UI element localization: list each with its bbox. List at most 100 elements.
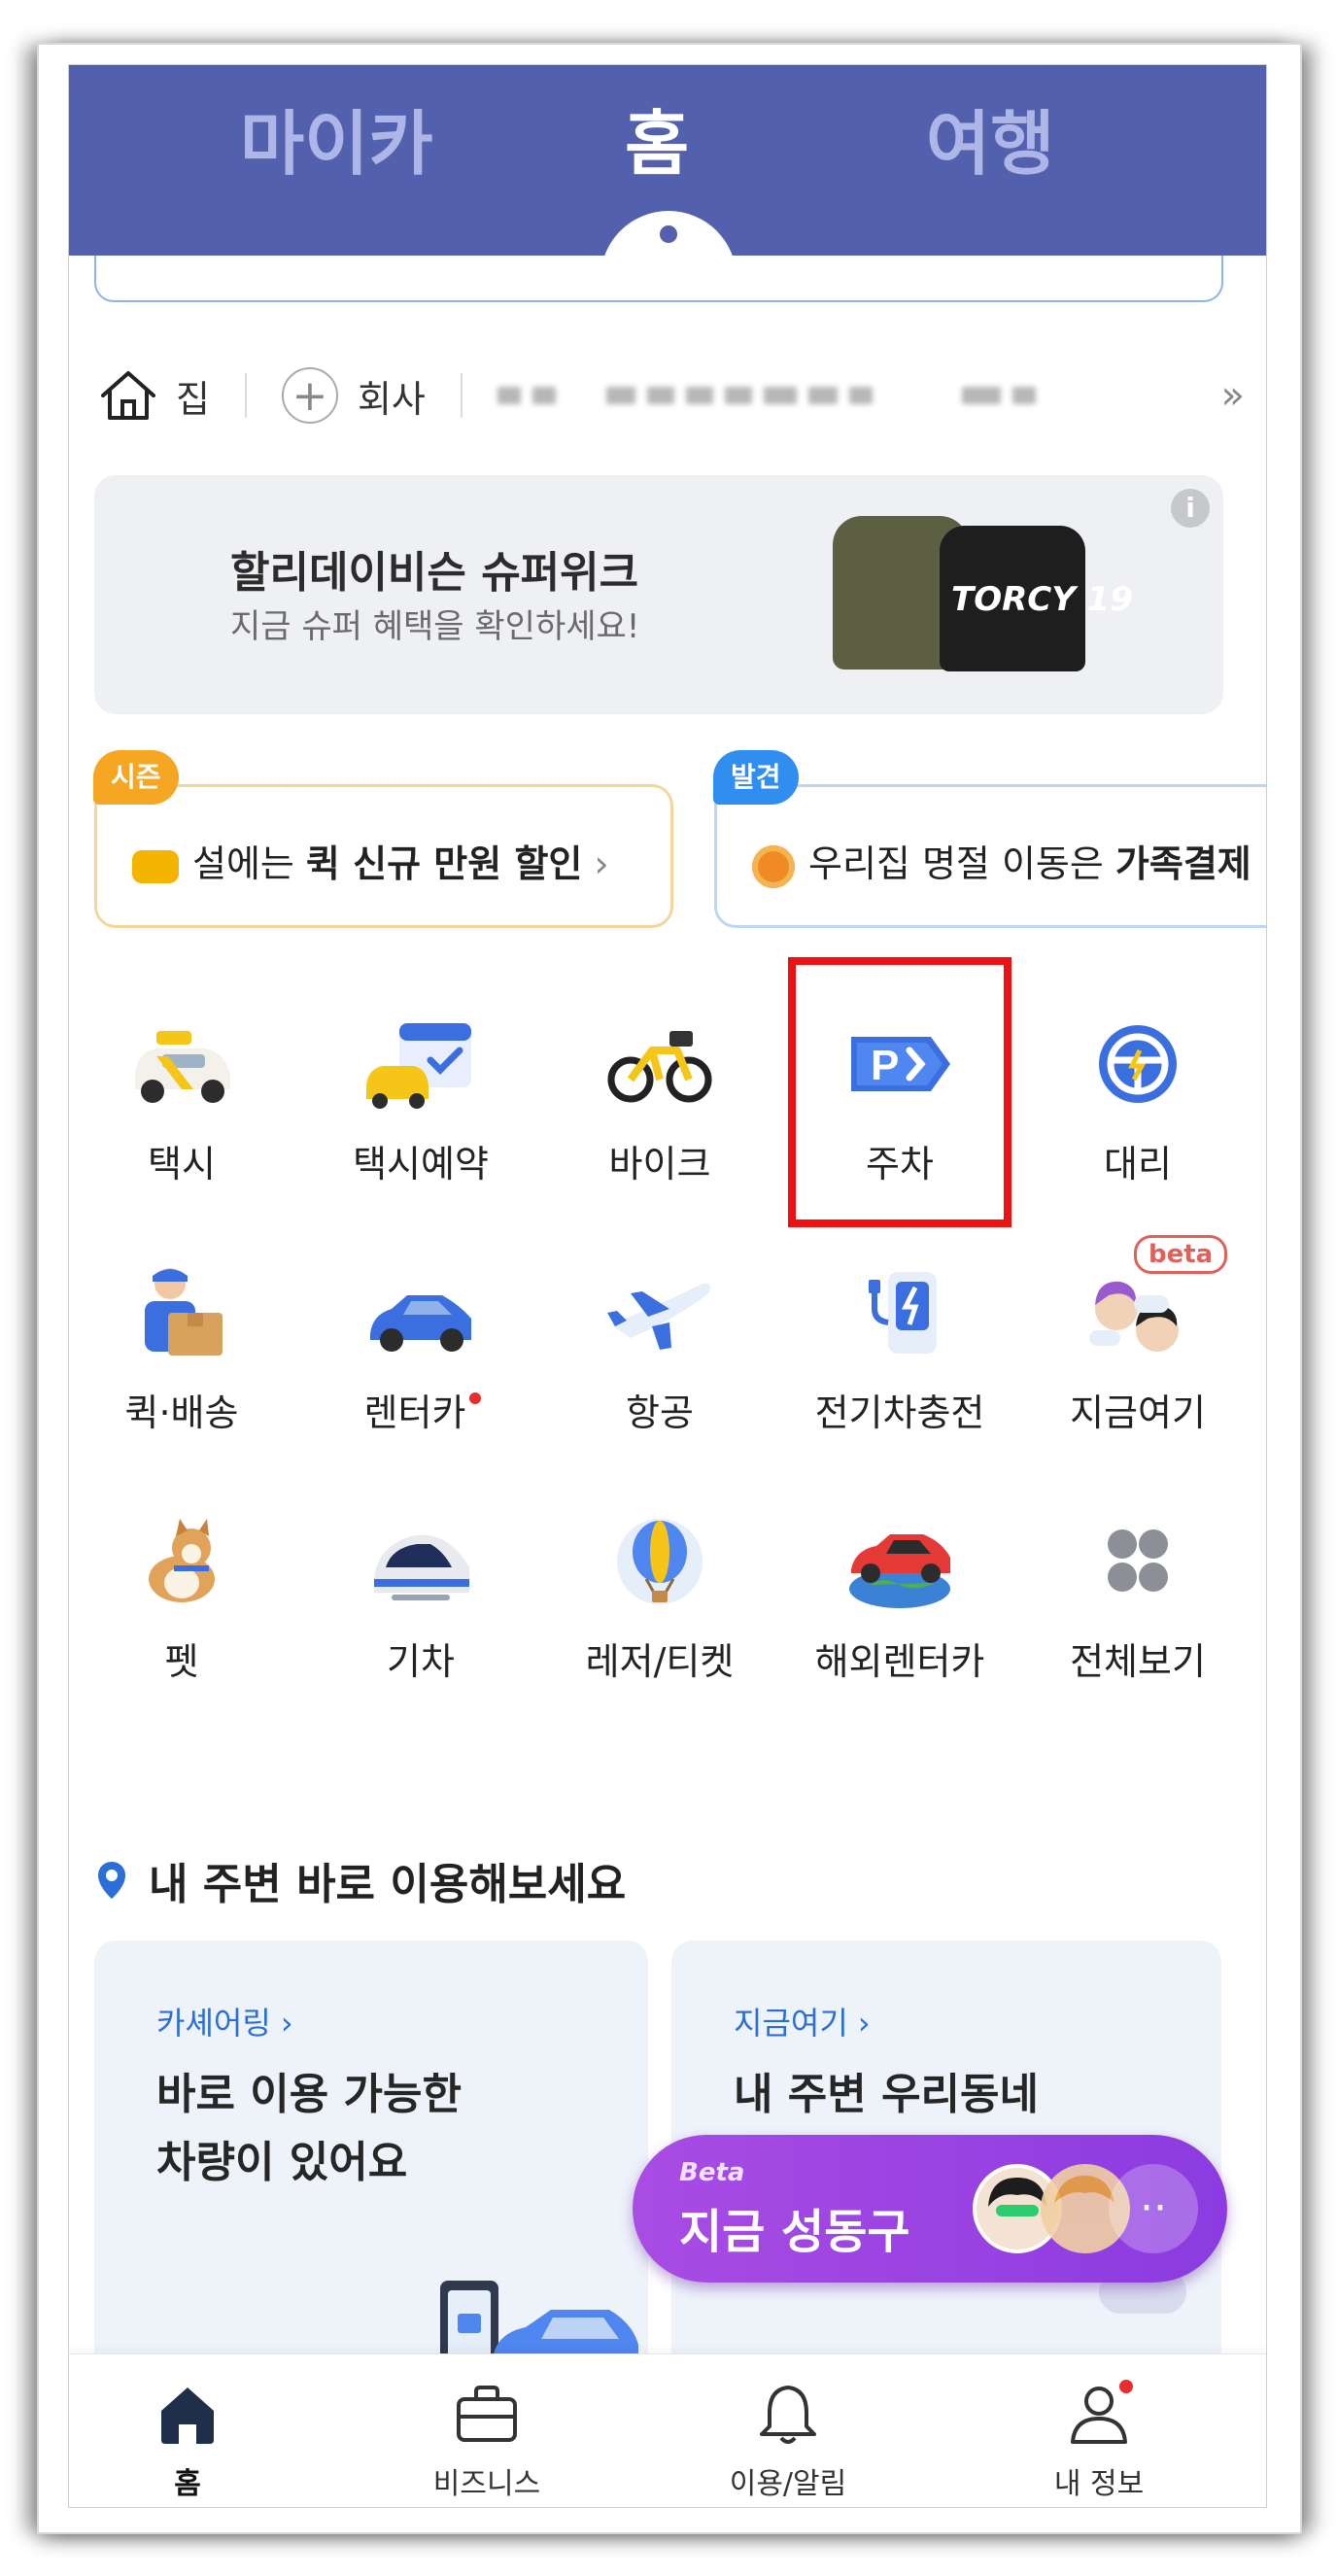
parking-highlight-box [788, 957, 1011, 1227]
nav-home[interactable]: 홈 [90, 2380, 285, 2502]
season-promo-card[interactable]: 시즌 설에는 퀵 신규 만원 할인 › [93, 750, 673, 928]
banner-subtitle: 지금 슈퍼 혜택을 확인하세요! [230, 607, 640, 646]
nav-label: 이용/알림 [729, 2467, 847, 2501]
place-shortcuts: 집 + 회사 » [98, 357, 1245, 434]
service-designated-driver[interactable]: 대리 [1041, 1017, 1235, 1187]
people-chat-icon: beta [1080, 1235, 1228, 1359]
pill-beta-label: Beta [679, 2158, 745, 2187]
person-icon [1065, 2380, 1133, 2448]
notification-dot [1119, 2380, 1133, 2393]
pill-location-text: 지금 성동구 [679, 2205, 910, 2259]
nav-my-info[interactable]: 내 정보 [1002, 2380, 1196, 2502]
more-icon[interactable]: ·· [1109, 2164, 1198, 2253]
beta-badge: beta [1134, 1235, 1228, 1274]
banner-title: 할리데이비슨 슈퍼위크 [230, 548, 639, 598]
location-pin-icon [98, 1862, 125, 1899]
carsharing-link[interactable]: 카셰어링 › [156, 1999, 293, 2044]
service-label: 택시예약 [353, 1143, 489, 1185]
shortcut-home[interactable]: 집 [98, 368, 210, 423]
carsharing-card[interactable]: 카셰어링 › 바로 이용 가능한 차량이 있어요 [94, 1941, 648, 2387]
service-label: 전기차충전 [814, 1391, 985, 1434]
nav-activity[interactable]: 이용/알림 [691, 2380, 885, 2502]
double-chevron-right-icon[interactable]: » [1221, 373, 1245, 418]
service-label: 해외렌터카 [814, 1640, 985, 1683]
coin-icon [752, 844, 795, 888]
season-promo-text: 설에는 퀵 신규 만원 할인 › [132, 834, 609, 887]
divider [244, 373, 247, 418]
service-pet[interactable]: 펫 [85, 1515, 279, 1685]
service-label: 바이크 [608, 1143, 711, 1185]
info-icon[interactable]: i [1171, 489, 1210, 528]
now-here-headline: 내 주변 우리동네 [734, 2070, 1039, 2119]
ev-charger-icon [841, 1266, 958, 1359]
nav-label: 홈 [174, 2467, 201, 2501]
season-badge: 시즌 [93, 750, 179, 805]
divider [460, 373, 463, 418]
service-label: 기차 [387, 1640, 455, 1683]
promo-text-bold: 퀵 신규 만원 할인 [305, 842, 583, 885]
service-label: 펫 [164, 1640, 199, 1683]
service-label: 렌터카 [324, 1383, 518, 1436]
bike-icon [601, 1017, 718, 1111]
rental-car-label: 렌터카 [363, 1391, 466, 1434]
service-leisure-ticket[interactable]: 레저/티켓 [563, 1515, 757, 1685]
service-bike[interactable]: 바이크 [563, 1017, 757, 1187]
global-car-icon [841, 1515, 958, 1608]
bell-icon [754, 2380, 822, 2448]
service-rental-car[interactable]: 렌터카 [324, 1266, 518, 1436]
search-box[interactable] [94, 256, 1223, 302]
bottom-navigation: 홈 비즈니스 이용/알림 내 정보 [69, 2353, 1266, 2507]
service-taxi[interactable]: 택시 [85, 1017, 279, 1187]
steering-wheel-icon [1080, 1017, 1196, 1111]
service-label: 레저/티켓 [585, 1640, 735, 1683]
service-courier[interactable]: 퀵·배송 [85, 1266, 279, 1436]
active-tab-dot [660, 225, 677, 243]
discover-promo-text: 우리집 명절 이동은 가족결제 [752, 834, 1251, 888]
add-icon: + [281, 367, 338, 424]
home-icon [154, 2380, 222, 2448]
tab-mycar[interactable]: 마이카 [240, 86, 433, 189]
service-label: 대리 [1104, 1143, 1172, 1185]
service-label: 항공 [626, 1391, 694, 1434]
nearby-title-text: 내 주변 바로 이용해보세요 [149, 1860, 627, 1909]
discover-badge: 발견 [713, 750, 799, 805]
service-overseas-rental[interactable]: 해외렌터카 [803, 1515, 997, 1685]
shortcut-work[interactable]: + 회사 [281, 367, 426, 424]
house-icon [101, 371, 155, 420]
shortcut-home-label: 집 [176, 377, 210, 421]
service-train[interactable]: 기차 [324, 1515, 518, 1685]
sweater-print: TORCY 19 [951, 580, 1133, 619]
service-taxi-reservation[interactable]: 택시예약 [324, 1017, 518, 1187]
tab-travel[interactable]: 여행 [926, 86, 1054, 189]
grid-icon [1080, 1515, 1196, 1608]
chevron-right-icon: › [582, 842, 609, 885]
rental-car-icon [362, 1266, 479, 1359]
nav-business[interactable]: 비즈니스 [390, 2380, 584, 2502]
dog-icon [123, 1515, 240, 1608]
tab-home[interactable]: 홈 [625, 86, 689, 189]
service-label: 퀵·배송 [124, 1391, 239, 1434]
app-screen: 마이카 홈 여행 집 + 회사 » 할리데이비슨 슈퍼위크 지금 슈퍼 혜택을 … [68, 64, 1267, 2508]
service-label: 택시 [148, 1143, 216, 1185]
nav-label: 내 정보 [1053, 2467, 1145, 2501]
service-label: 전체보기 [1070, 1640, 1206, 1683]
new-dot [469, 1392, 482, 1404]
promo-banner[interactable]: 할리데이비슨 슈퍼위크 지금 슈퍼 혜택을 확인하세요! TORCY 19 i [94, 475, 1223, 714]
service-view-all[interactable]: 전체보기 [1041, 1515, 1235, 1685]
courier-icon [123, 1266, 240, 1359]
promo-text-pre: 설에는 [192, 842, 306, 885]
now-here-link[interactable]: 지금여기 › [734, 1999, 871, 2044]
service-flight[interactable]: 항공 [563, 1266, 757, 1436]
service-ev-charging[interactable]: 전기차충전 [803, 1266, 997, 1436]
now-here-floating-button[interactable]: Beta 지금 성동구 ·· [633, 2135, 1227, 2283]
taxi-icon [123, 1017, 240, 1111]
taxi-reservation-icon [362, 1017, 479, 1111]
service-label: 지금여기 [1070, 1391, 1206, 1434]
discover-promo-card[interactable]: 발견 우리집 명절 이동은 가족결제 [713, 750, 1266, 928]
carsharing-headline: 바로 이용 가능한 차량이 있어요 [156, 2070, 462, 2187]
train-icon [362, 1515, 479, 1608]
recent-places-blurred[interactable] [497, 387, 1036, 404]
promo-text-pre: 우리집 명절 이동은 [808, 842, 1115, 885]
nearby-section-title: 내 주변 바로 이용해보세요 [96, 1849, 626, 1911]
service-now-here[interactable]: beta 지금여기 [1041, 1235, 1235, 1436]
